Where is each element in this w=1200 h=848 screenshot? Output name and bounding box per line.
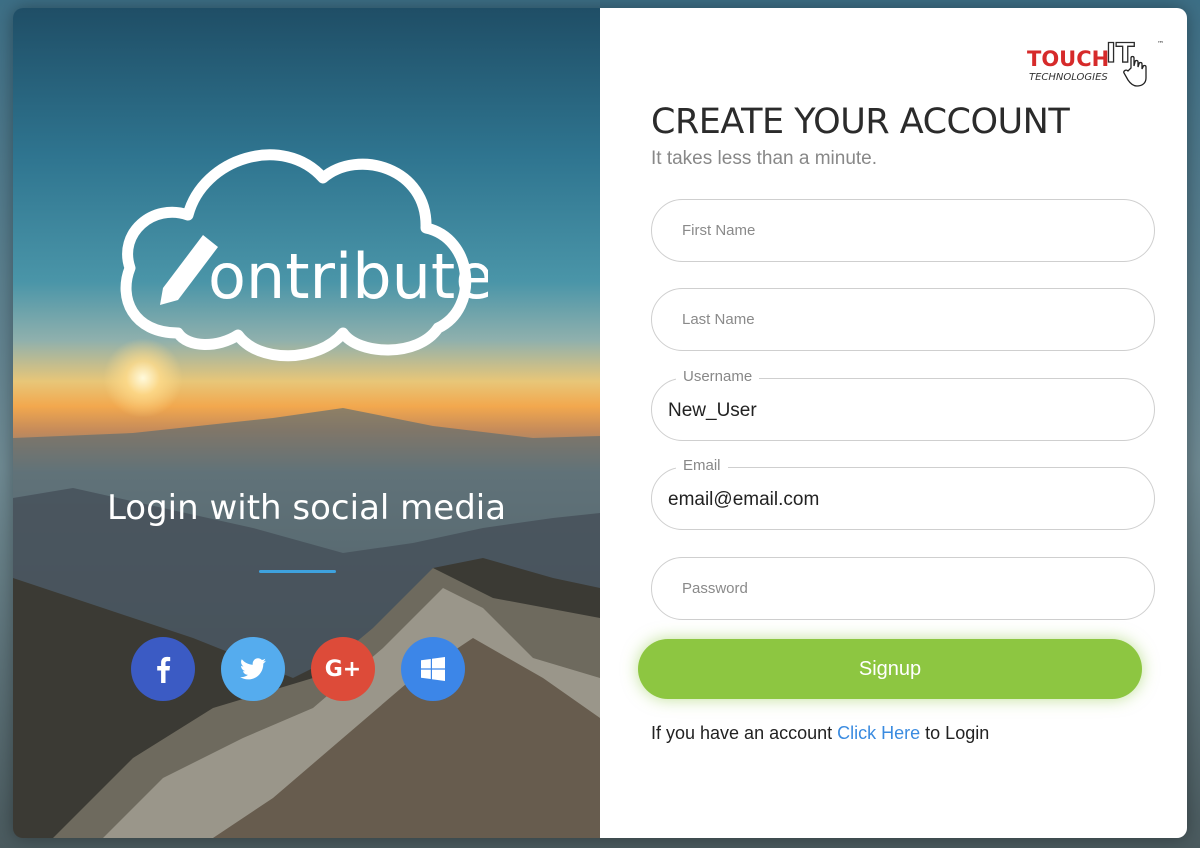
brand-tm: ™	[1157, 40, 1164, 48]
signup-form-panel: TOUCH IT ™ TECHNOLOGIES CREATE YOUR ACCO…	[600, 8, 1187, 838]
twitter-login-button[interactable]	[221, 637, 285, 701]
brand-sub: TECHNOLOGIES	[1029, 72, 1108, 83]
heading-divider	[259, 570, 336, 573]
password-input[interactable]	[652, 558, 1154, 619]
signup-button[interactable]: Signup	[638, 639, 1142, 699]
username-label: Username	[676, 368, 760, 385]
social-buttons: G+	[131, 637, 465, 701]
password-field	[651, 557, 1155, 620]
username-input[interactable]	[652, 379, 1154, 440]
facebook-icon	[157, 656, 171, 683]
login-prefix: If you have an account	[651, 723, 833, 743]
brand-touch: TOUCH	[1027, 47, 1109, 71]
login-link[interactable]: Click Here	[837, 723, 920, 743]
page-subtitle: It takes less than a minute.	[651, 148, 878, 169]
google-plus-icon: G+	[324, 656, 362, 682]
email-input[interactable]	[652, 468, 1154, 529]
mountain-landscape	[13, 408, 600, 838]
email-label: Email	[676, 457, 728, 474]
windows-login-button[interactable]	[401, 637, 465, 701]
login-suffix: to Login	[925, 723, 990, 743]
last-name-field	[651, 288, 1155, 351]
touchit-logo: TOUCH IT ™ TECHNOLOGIES	[1027, 37, 1164, 87]
twitter-icon	[240, 658, 266, 680]
facebook-login-button[interactable]	[131, 637, 195, 701]
login-prompt: If you have an account Click Here to Log…	[651, 723, 989, 744]
last-name-input[interactable]	[652, 289, 1154, 350]
logo-text: ontribute	[208, 240, 488, 313]
windows-icon	[421, 657, 445, 681]
hero-panel: ontribute Login with social media G+	[13, 8, 600, 838]
social-login-heading: Login with social media	[106, 488, 507, 528]
page-title: CREATE YOUR ACCOUNT	[651, 102, 1070, 142]
signup-card: ontribute Login with social media G+ TOU…	[13, 8, 1187, 838]
email-field: Email	[651, 457, 1155, 530]
google-plus-login-button[interactable]: G+	[311, 637, 375, 701]
first-name-input[interactable]	[652, 200, 1154, 261]
contribute-logo: ontribute	[120, 149, 488, 362]
username-field: Username	[651, 368, 1155, 441]
first-name-field	[651, 199, 1155, 262]
